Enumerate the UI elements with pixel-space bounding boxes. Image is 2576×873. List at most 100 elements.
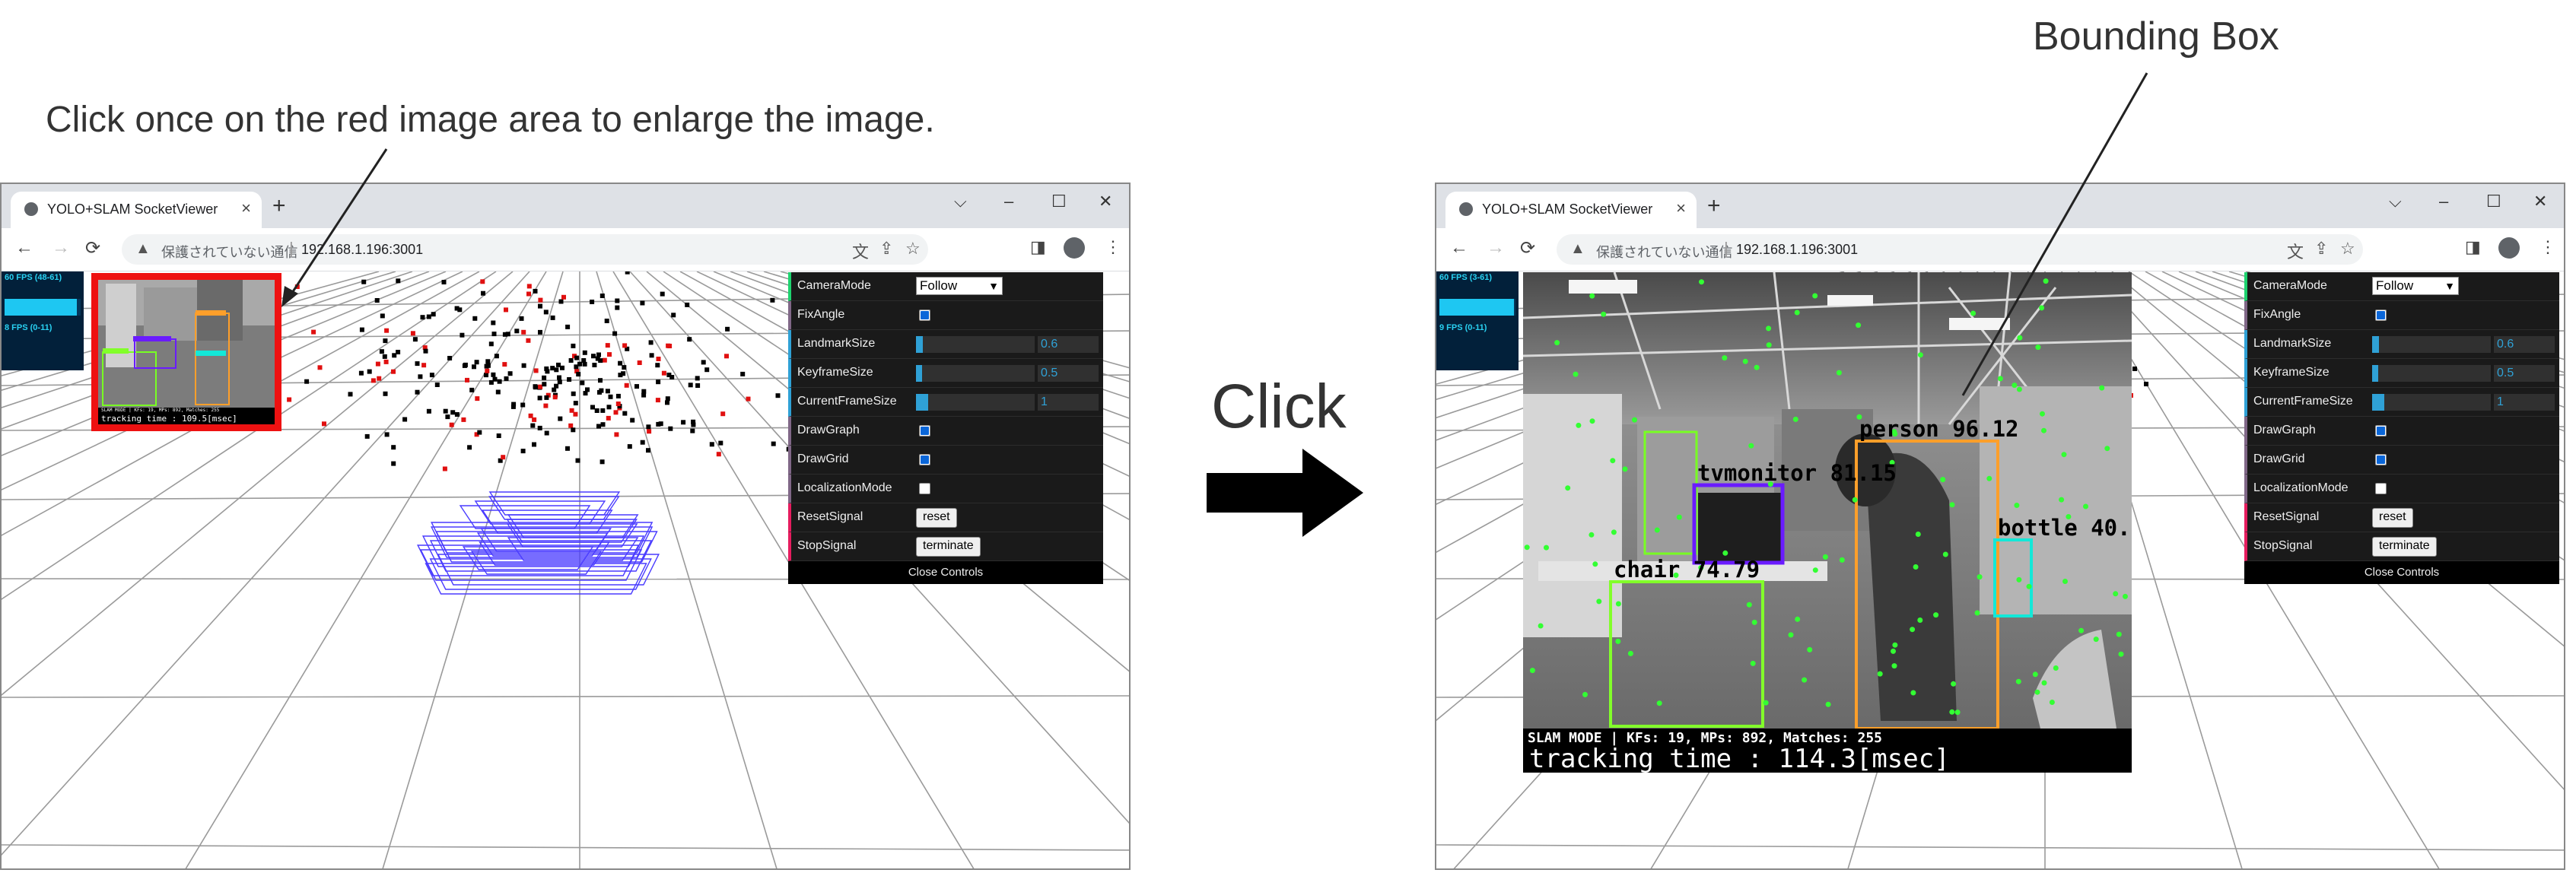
feature-point [2099,385,2105,391]
feature-point [1954,710,1961,716]
reload-icon[interactable]: ⟳ [85,237,100,259]
bookmark-star-icon[interactable]: ☆ [2340,239,2355,259]
terminate-button[interactable]: terminate [2372,537,2437,557]
keyframe-size-slider[interactable] [916,365,1035,382]
landmark-size-input[interactable]: 0.6 [2494,336,2555,353]
side-panel-icon[interactable]: ◨ [1030,237,1046,257]
share-icon[interactable]: ⇪ [879,239,893,259]
landmark-point [615,305,620,310]
translate-icon[interactable]: 文 [852,239,869,263]
landmark-point [571,343,576,348]
feature-point [1722,355,1728,361]
localization-mode-checkbox[interactable] [2375,483,2387,494]
landmark-size-input[interactable]: 0.6 [1038,336,1099,353]
address-bar[interactable]: ▲ 保護されていない通信 | 192.168.1.196:3001 文 ⇪ ☆ [122,234,928,265]
close-controls-button[interactable]: Close Controls [788,561,1103,584]
current-frame-size-slider[interactable] [2372,394,2491,411]
keyframe-size-input[interactable]: 0.5 [1038,365,1099,382]
enlarged-camera-image[interactable]: person 96.12 tvmonitor 81.15 bottle 40.9… [1523,272,2132,773]
feature-point [2015,678,2021,684]
landmark-point [485,359,491,364]
landmark-point [526,338,531,343]
url-text[interactable]: 192.168.1.196:3001 [301,242,423,258]
reset-button[interactable]: reset [2372,508,2413,528]
menu-icon[interactable]: ⋮ [2539,237,2556,257]
current-frame-size-input[interactable]: 1 [2494,394,2555,411]
camera-thumbnail[interactable]: SLAM MODE | KFs: 19, MPs: 892, Matches: … [91,273,281,431]
fix-angle-checkbox[interactable] [919,310,930,321]
tab-search-icon[interactable]: ⌵ [954,192,967,211]
reload-icon[interactable]: ⟳ [1520,237,1535,259]
tab-title: YOLO+SLAM SocketViewer [1482,202,1653,217]
terminate-button[interactable]: terminate [916,537,981,557]
keyframe-size-slider[interactable] [2372,365,2491,382]
close-window-button[interactable]: ✕ [2533,192,2547,211]
current-frame-size-input[interactable]: 1 [1038,394,1099,411]
feature-point [2093,636,2099,643]
back-icon[interactable]: ← [15,237,33,259]
profile-avatar[interactable] [2498,237,2520,259]
instruction-text: Click once on the red image area to enla… [46,100,935,140]
warning-icon[interactable]: ▲ [1570,240,1585,258]
fps-stats-panel[interactable]: 60 FPS (3-61) 9 FPS (0-11) [1436,271,1519,370]
menu-icon[interactable]: ⋮ [1105,237,1121,257]
new-tab-button[interactable]: + [1707,193,1721,219]
browser-tab[interactable]: YOLO+SLAM SocketViewer × [1445,192,1697,228]
browser-tab[interactable]: YOLO+SLAM SocketViewer × [11,192,262,228]
fps-stats-panel[interactable]: 60 FPS (48-61) 8 FPS (0-11) [2,271,84,370]
landmark-point [600,408,606,413]
address-bar[interactable]: ▲ 保護されていない通信 | 192.168.1.196:3001 文 ⇪ ☆ [1557,234,2363,265]
translate-icon[interactable]: 文 [2287,239,2304,263]
maximize-button[interactable]: ☐ [2486,192,2501,211]
landmark-point [591,354,596,359]
tab-search-icon[interactable]: ⌵ [2389,192,2402,211]
draw-grid-row: DrawGrid [2244,446,2559,475]
tab-close-icon[interactable]: × [1676,198,1686,218]
forward-icon[interactable]: → [52,237,70,259]
localization-mode-checkbox[interactable] [919,483,930,494]
new-tab-button[interactable]: + [272,193,286,219]
feature-point [1748,443,1754,449]
side-panel-icon[interactable]: ◨ [2465,237,2481,257]
draw-graph-checkbox[interactable] [919,425,930,436]
draw-graph-checkbox[interactable] [2375,425,2387,436]
slam-viewer-canvas[interactable]: 60 FPS (3-61) 9 FPS (0-11) person 96.12 … [1436,271,2564,868]
security-label: 保護されていない通信 [1596,245,1733,260]
back-icon[interactable]: ← [1450,237,1468,259]
landmark-point [613,410,619,415]
slam-viewer-canvas[interactable]: 60 FPS (48-61) 8 FPS (0-11) SLAM MODE | [2,271,1129,868]
keyframe-size-input[interactable]: 0.5 [2494,365,2555,382]
draw-grid-checkbox[interactable] [919,454,930,465]
feature-point [1822,554,1828,560]
minimize-button[interactable]: – [1004,192,1013,211]
maximize-button[interactable]: ☐ [1051,192,1067,211]
fix-angle-checkbox[interactable] [2375,310,2387,321]
close-window-button[interactable]: ✕ [1099,192,1112,211]
camera-mode-select[interactable]: Follow ▼ [2372,277,2459,295]
warning-icon[interactable]: ▲ [135,240,151,258]
bookmark-star-icon[interactable]: ☆ [905,239,921,259]
forward-icon[interactable]: → [1487,237,1505,259]
url-text[interactable]: 192.168.1.196:3001 [1736,242,1858,258]
tab-close-icon[interactable]: × [241,198,251,218]
feature-point [1538,623,1544,629]
profile-avatar[interactable] [1064,237,1085,259]
feature-point [1788,632,1794,638]
feature-point [1750,660,1756,666]
minimize-button[interactable]: – [2439,192,2448,211]
landmark-size-slider[interactable] [2372,336,2491,353]
landmark-point [431,312,436,317]
current-frame-size-slider[interactable] [916,394,1035,411]
feature-point [1610,458,1616,464]
close-controls-button[interactable]: Close Controls [2244,561,2559,584]
landmark-point [538,384,543,389]
landmark-point [454,412,460,417]
share-icon[interactable]: ⇪ [2314,239,2328,259]
landmark-point [656,379,661,385]
feature-point [2078,627,2085,633]
camera-mode-select[interactable]: Follow ▼ [916,277,1003,295]
landmark-point [379,349,384,354]
reset-button[interactable]: reset [916,508,957,528]
draw-grid-checkbox[interactable] [2375,454,2387,465]
landmark-size-slider[interactable] [916,336,1035,353]
